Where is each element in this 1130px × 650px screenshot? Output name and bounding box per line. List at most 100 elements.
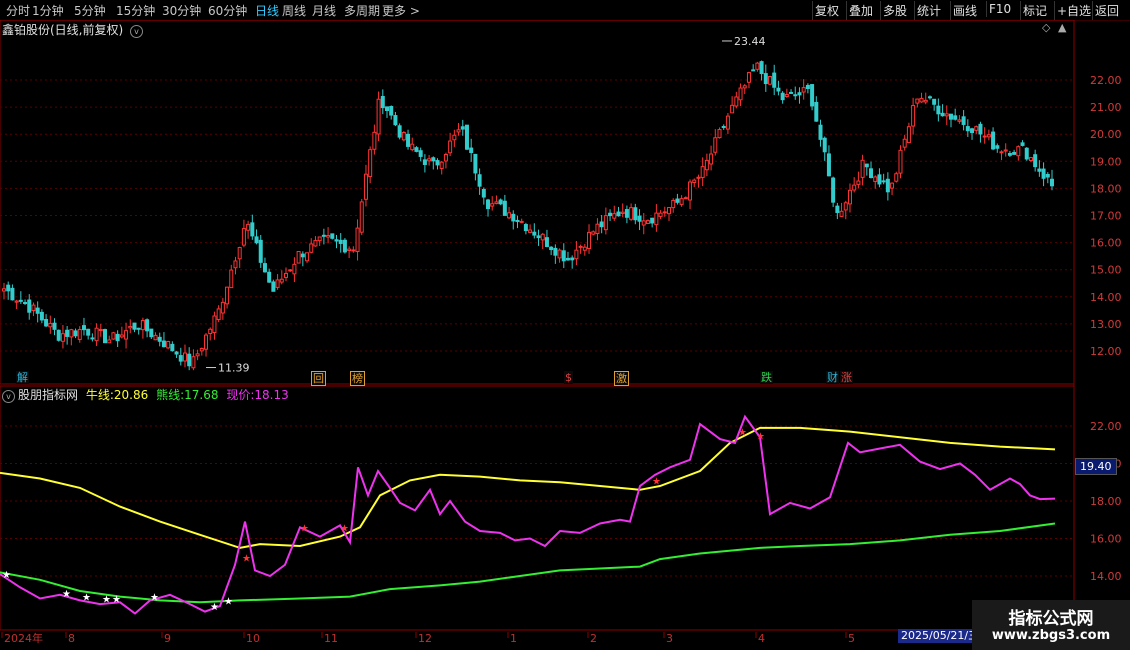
candle-body: [974, 126, 979, 131]
event-marker[interactable]: 激: [614, 371, 629, 386]
action-button-7[interactable]: +自选: [1054, 1, 1093, 20]
event-marker[interactable]: $: [564, 371, 573, 384]
period-tab-1[interactable]: 1分钟: [32, 2, 64, 19]
action-button-5[interactable]: F10: [986, 1, 1013, 17]
candle-body: [149, 328, 154, 338]
chevron-down-icon[interactable]: v: [2, 390, 15, 403]
candle-body: [69, 329, 74, 338]
candle-body: [515, 219, 520, 222]
chart-area[interactable]: 23.4411.39 ★★ ★ ★ ★ ★★★★★ ★★★ ★ 12.0013.0014.0…: [0, 20, 1130, 650]
stock-title: 鑫铂股份(日线,前复权): [2, 23, 124, 37]
period-tab-9[interactable]: 多周期: [344, 2, 380, 19]
period-tab-6[interactable]: 日线: [255, 2, 279, 19]
candle-body: [776, 87, 781, 92]
candle-body: [540, 233, 545, 241]
candle-body: [98, 328, 103, 332]
signal-star-white: ★: [62, 589, 71, 600]
period-tab-10[interactable]: 更多 >: [382, 2, 420, 19]
period-tab-2[interactable]: 5分钟: [74, 2, 106, 19]
period-tab-3[interactable]: 15分钟: [116, 2, 155, 19]
candle-body: [1012, 151, 1017, 155]
x-tick-label: 8: [68, 632, 75, 645]
diamond-icon[interactable]: ◇: [1042, 21, 1050, 34]
x-tick-label: 1: [510, 632, 517, 645]
action-button-6[interactable]: 标记: [1020, 1, 1049, 20]
candle-body: [574, 249, 579, 260]
candle-body: [970, 128, 975, 134]
candle-body: [161, 340, 166, 348]
action-button-3[interactable]: 统计: [914, 1, 943, 20]
signal-star-white: ★: [102, 595, 111, 606]
candle-body: [784, 93, 789, 98]
candle-body: [532, 231, 537, 236]
event-marker[interactable]: 跌: [760, 371, 773, 384]
candle-body: [90, 337, 95, 340]
candle-body: [831, 177, 836, 203]
candle-body: [595, 223, 600, 235]
candle-body: [368, 149, 373, 178]
candle-body: [212, 315, 217, 334]
candle-body: [839, 210, 844, 217]
candle-body: [948, 113, 953, 120]
candle-body: [843, 202, 848, 211]
candle-body: [679, 198, 684, 205]
action-button-4[interactable]: 画线: [950, 1, 979, 20]
event-marker[interactable]: 财: [826, 371, 839, 384]
candle-body: [199, 348, 204, 352]
action-button-0[interactable]: 复权: [812, 1, 841, 20]
candle-body: [953, 115, 958, 120]
event-marker[interactable]: 涨: [840, 371, 853, 384]
candle-body: [77, 328, 82, 340]
candle-body: [608, 212, 613, 217]
period-tab-4[interactable]: 30分钟: [162, 2, 201, 19]
candle-body: [498, 199, 503, 205]
candle-body: [330, 233, 335, 239]
period-tab-0[interactable]: 分时: [6, 2, 30, 19]
indicator-y-tick: 22.00: [1090, 420, 1122, 433]
event-marker[interactable]: 榜: [350, 371, 365, 386]
candle-body: [738, 87, 743, 101]
candle-body: [363, 173, 368, 200]
candle-body: [229, 269, 234, 289]
indicator-lines: ★★ ★ ★ ★ ★★★★★ ★★★ ★: [0, 414, 1056, 615]
action-button-2[interactable]: 多股: [880, 1, 909, 20]
scroll-up-icon[interactable]: ▲: [1058, 21, 1066, 34]
signal-star-red: ★: [738, 428, 747, 439]
period-tab-7[interactable]: 周线: [282, 2, 306, 19]
candle-body: [511, 213, 516, 222]
candle-body: [342, 239, 347, 253]
event-marker[interactable]: 解: [16, 371, 29, 384]
candle-body: [885, 178, 890, 193]
series-line-2: [0, 414, 1056, 615]
candle-body: [271, 281, 276, 292]
bear-value: 17.68: [184, 388, 219, 402]
candle-body: [549, 246, 554, 251]
period-tab-8[interactable]: 月线: [312, 2, 336, 19]
candle-body: [469, 147, 474, 154]
candle-body: [772, 72, 777, 88]
candle-body: [869, 168, 874, 178]
main-y-tick: 15.00: [1090, 264, 1122, 277]
chevron-down-icon[interactable]: v: [130, 25, 144, 38]
event-marker[interactable]: 回: [311, 371, 326, 386]
candle-body: [789, 91, 794, 94]
candle-body: [582, 246, 587, 251]
candle-body: [204, 334, 209, 350]
candle-body: [60, 333, 65, 342]
action-button-8[interactable]: 返回: [1092, 1, 1121, 20]
watermark-title: 指标公式网: [1008, 609, 1094, 629]
signal-star-white: ★: [150, 593, 159, 604]
period-tab-5[interactable]: 60分钟: [208, 2, 247, 19]
action-button-1[interactable]: 叠加: [846, 1, 875, 20]
candle-body: [1037, 168, 1042, 172]
candle-body: [986, 134, 991, 138]
x-tick-label: 10: [246, 632, 260, 645]
candle-body: [536, 235, 541, 239]
candle-body: [898, 149, 903, 174]
candle-body: [944, 113, 949, 117]
candle-body: [822, 137, 827, 153]
candle-body: [991, 131, 996, 150]
candle-body: [881, 180, 886, 183]
x-tick-label: 12: [418, 632, 432, 645]
signal-star-white: ★: [224, 596, 233, 607]
